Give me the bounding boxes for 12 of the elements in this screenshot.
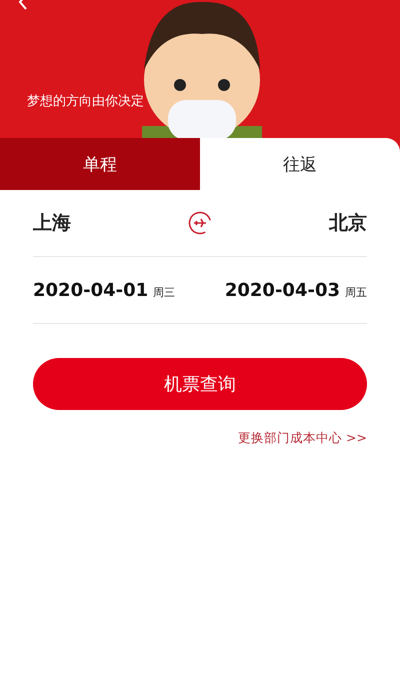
arrival-city[interactable]: 北京 (329, 210, 367, 236)
trip-type-tab[interactable]: 单程 (0, 138, 200, 190)
date-value[interactable]: 2020-04-03 (224, 280, 340, 300)
plane-icon[interactable] (188, 211, 212, 235)
weekday-label: 周三 (153, 284, 176, 300)
search-flights-button[interactable]: 机票查询 (33, 358, 367, 410)
date-value[interactable]: 2020-04-01 (33, 280, 148, 300)
departure-city[interactable]: 上海 (33, 210, 71, 236)
trip-type-tab[interactable]: 往返 (200, 138, 400, 190)
banner-caption: 梦想的方向由你决定 (27, 93, 144, 110)
weekday-label: 周五 (345, 284, 367, 300)
cost-center-link[interactable]: 更换部门成本中心 >> (238, 430, 367, 447)
